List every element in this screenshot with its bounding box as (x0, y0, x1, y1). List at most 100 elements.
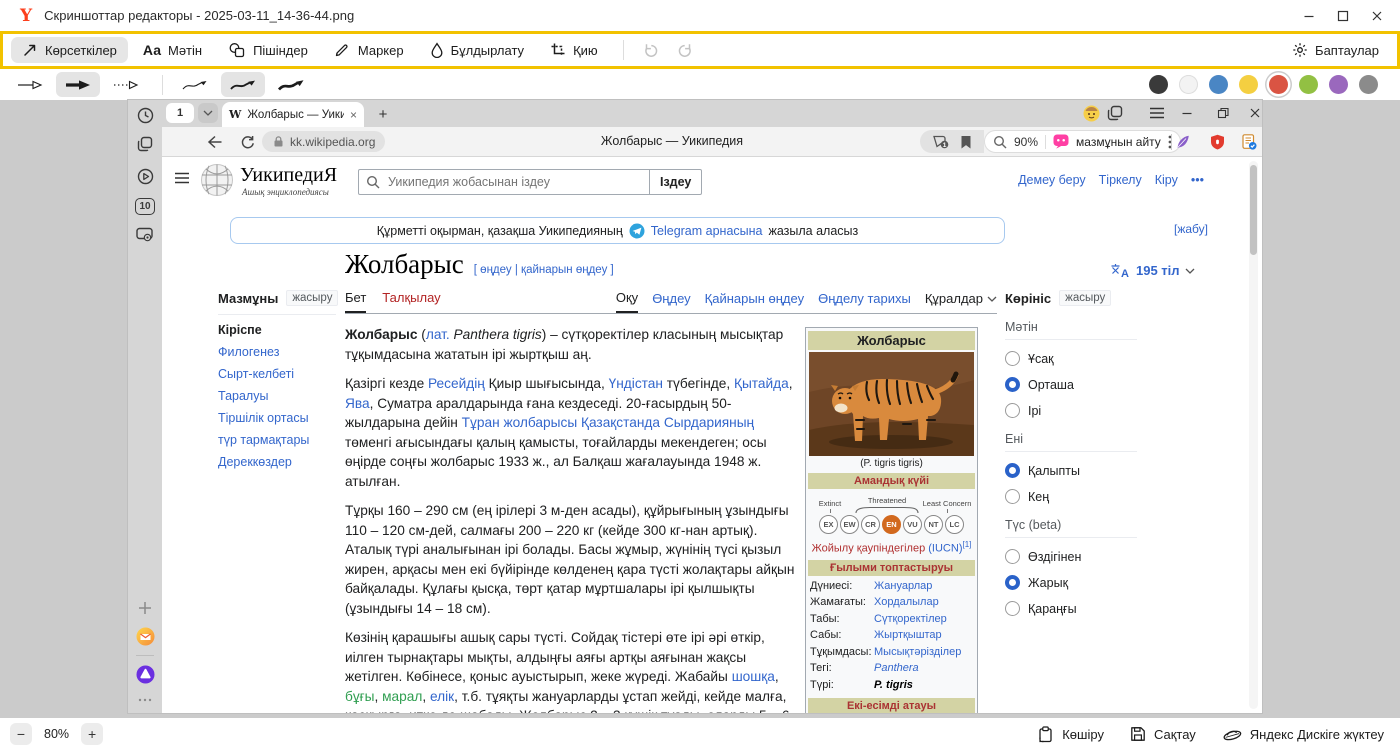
disk-button[interactable]: Яндекс Дискіге жүктеу (1222, 726, 1384, 742)
zoom-out-button[interactable]: − (10, 723, 32, 745)
color-swatch-purple[interactable] (1329, 75, 1348, 94)
radio-button[interactable] (1005, 601, 1020, 616)
settings-button[interactable]: Баптаулар (1292, 42, 1379, 58)
back-icon[interactable] (204, 132, 226, 152)
toc-item[interactable]: Филогенез (218, 345, 336, 359)
banner-link[interactable]: Telegram арнасына (651, 224, 763, 238)
taxonomy-value[interactable]: Хордалылар (874, 596, 973, 608)
wiki-link[interactable]: Қазақстанда (581, 415, 660, 430)
radio-button[interactable] (1005, 403, 1020, 418)
status-red-text[interactable]: Жойылу қаупіндегілер (812, 543, 926, 555)
toc-item[interactable]: Кіріспе (218, 323, 336, 337)
browser-menu-icon[interactable] (1146, 103, 1168, 123)
translate-doc-icon[interactable] (1238, 132, 1260, 152)
appearance-option-Жарық[interactable]: Жарық (1005, 575, 1137, 590)
title-edit-links[interactable]: [ өңдеу | қайнарын өңдеу ] (474, 264, 614, 276)
wikipedia-globe-icon[interactable] (200, 163, 234, 197)
article-tab-Бет[interactable]: Бет (345, 290, 366, 313)
taxonomy-value[interactable]: Мысықтәрізділер (874, 646, 973, 658)
tool-arrows-button[interactable]: Көрсеткілер (11, 37, 128, 63)
collection-badge-icon[interactable]: 1 (932, 134, 949, 149)
browser-minimize[interactable] (1176, 103, 1198, 123)
new-tab-button[interactable]: + (374, 105, 392, 123)
radio-button[interactable] (1005, 549, 1020, 564)
wiki-link[interactable]: Сырдарияның (664, 415, 754, 430)
color-swatch-white[interactable] (1179, 75, 1198, 94)
minimize-button[interactable] (1292, 3, 1326, 29)
wiki-link[interactable]: шошқа (732, 669, 775, 684)
radio-button[interactable] (1005, 377, 1020, 392)
search-button[interactable]: Іздеу (649, 169, 702, 195)
refresh-icon[interactable] (236, 132, 258, 152)
article-tab-Өңдеу[interactable]: Өңдеу (652, 291, 690, 312)
toc-item[interactable]: Тіршілік ортасы (218, 411, 336, 425)
tab-group-counter[interactable]: 1 (166, 103, 194, 123)
appearance-option-Ірі[interactable]: Ірі (1005, 403, 1137, 418)
browser-zoom-level[interactable]: 90% (1014, 135, 1038, 149)
toc-item[interactable]: Сырт-келбеті (218, 367, 336, 381)
wiki-green-link[interactable]: бұғы (345, 689, 375, 704)
appearance-option-Қалыпты[interactable]: Қалыпты (1005, 463, 1137, 478)
wiki-link[interactable]: Ресейдің (428, 376, 485, 391)
wiki-link[interactable]: лат. (426, 327, 450, 342)
tool-marker-button[interactable]: Маркер (323, 37, 415, 63)
redo-button[interactable] (668, 39, 702, 62)
article-tab-Оқу[interactable]: Оқу (616, 290, 638, 313)
copy-button[interactable]: Көшіру (1037, 726, 1104, 743)
undo-button[interactable] (634, 39, 668, 62)
arrow-style-straight-bold[interactable] (56, 72, 100, 97)
tool-shapes-button[interactable]: Пішіндер (217, 37, 319, 63)
radio-button[interactable] (1005, 463, 1020, 478)
extension-pen-icon[interactable] (1172, 132, 1194, 152)
toc-item[interactable]: түр тармақтары (218, 433, 336, 447)
editor-canvas[interactable]: 10 1 W Жолбарыс — Уикипед × + (0, 100, 1400, 718)
toc-item[interactable]: Таралуы (218, 389, 336, 403)
profile-avatar[interactable] (1080, 103, 1102, 123)
tool-crop-button[interactable]: Қию (539, 37, 609, 63)
color-swatch-yellow[interactable] (1239, 75, 1258, 94)
appearance-option-Орташа[interactable]: Орташа (1005, 377, 1137, 392)
wiki-top-link[interactable]: Кіру (1155, 173, 1178, 187)
arrow-style-sketch-thin[interactable] (173, 72, 217, 97)
wiki-link[interactable]: елік (430, 689, 454, 704)
tab-close-icon[interactable]: × (350, 108, 357, 122)
wiki-top-link[interactable]: Демеу беру (1018, 173, 1086, 187)
taxonomy-value[interactable]: Жануарлар (874, 580, 973, 592)
page-scrollbar[interactable] (1249, 161, 1258, 709)
browser-tab[interactable]: W Жолбарыс — Уикипед × (222, 102, 364, 127)
scrollbar-thumb[interactable] (1250, 165, 1257, 255)
article-tab-Өңделу тарихы[interactable]: Өңделу тарихы (818, 291, 911, 312)
wiki-menu-icon[interactable] (174, 172, 190, 184)
wikipedia-wordmark[interactable]: УикипедиЯ (240, 164, 337, 187)
arrow-style-sketch-bold[interactable] (269, 72, 313, 97)
language-selector[interactable]: A 195 тіл (1110, 263, 1195, 278)
taxonomy-value[interactable]: Жыртқыштар (874, 629, 973, 641)
all-tabs-icon[interactable] (1104, 103, 1126, 123)
wiki-link[interactable]: Қытайда (734, 376, 789, 391)
appearance-option-Қараңғы[interactable]: Қараңғы (1005, 601, 1137, 616)
article-tab-Құралдар[interactable]: Құралдар (925, 291, 997, 312)
taxonomy-value[interactable]: Panthera (874, 662, 973, 674)
adblock-shield-icon[interactable] (1206, 132, 1228, 152)
article-tab-Талқылау[interactable]: Талқылау (382, 290, 440, 313)
browser-restore[interactable] (1212, 103, 1234, 123)
wiki-search-box[interactable] (358, 169, 650, 195)
wiki-link[interactable]: Үндістан (609, 376, 663, 391)
banner-close-link[interactable]: [жабу] (1174, 222, 1208, 236)
save-button[interactable]: Сақтау (1130, 726, 1196, 742)
taxonomy-value[interactable]: Сүтқоректілер (874, 613, 973, 625)
search-input[interactable] (386, 174, 642, 190)
zoom-in-button[interactable]: + (81, 723, 103, 745)
browser-close[interactable] (1244, 103, 1262, 123)
color-swatch-black[interactable] (1149, 75, 1168, 94)
status-iucn-link[interactable]: (IUCN) (928, 543, 962, 555)
read-aloud-label[interactable]: мазмұнын айту (1076, 135, 1161, 149)
wiki-link[interactable]: Тұран жолбарысы (462, 415, 578, 430)
toc-item[interactable]: Дереккөздер (218, 455, 336, 469)
wiki-more-icon[interactable]: ••• (1191, 173, 1204, 187)
arrow-style-straight-thin[interactable] (8, 72, 52, 97)
toc-hide-button[interactable]: жасыру (286, 290, 338, 306)
tool-text-button[interactable]: АаМәтін (132, 38, 213, 63)
tab-group-chevron[interactable] (198, 103, 218, 123)
radio-button[interactable] (1005, 575, 1020, 590)
